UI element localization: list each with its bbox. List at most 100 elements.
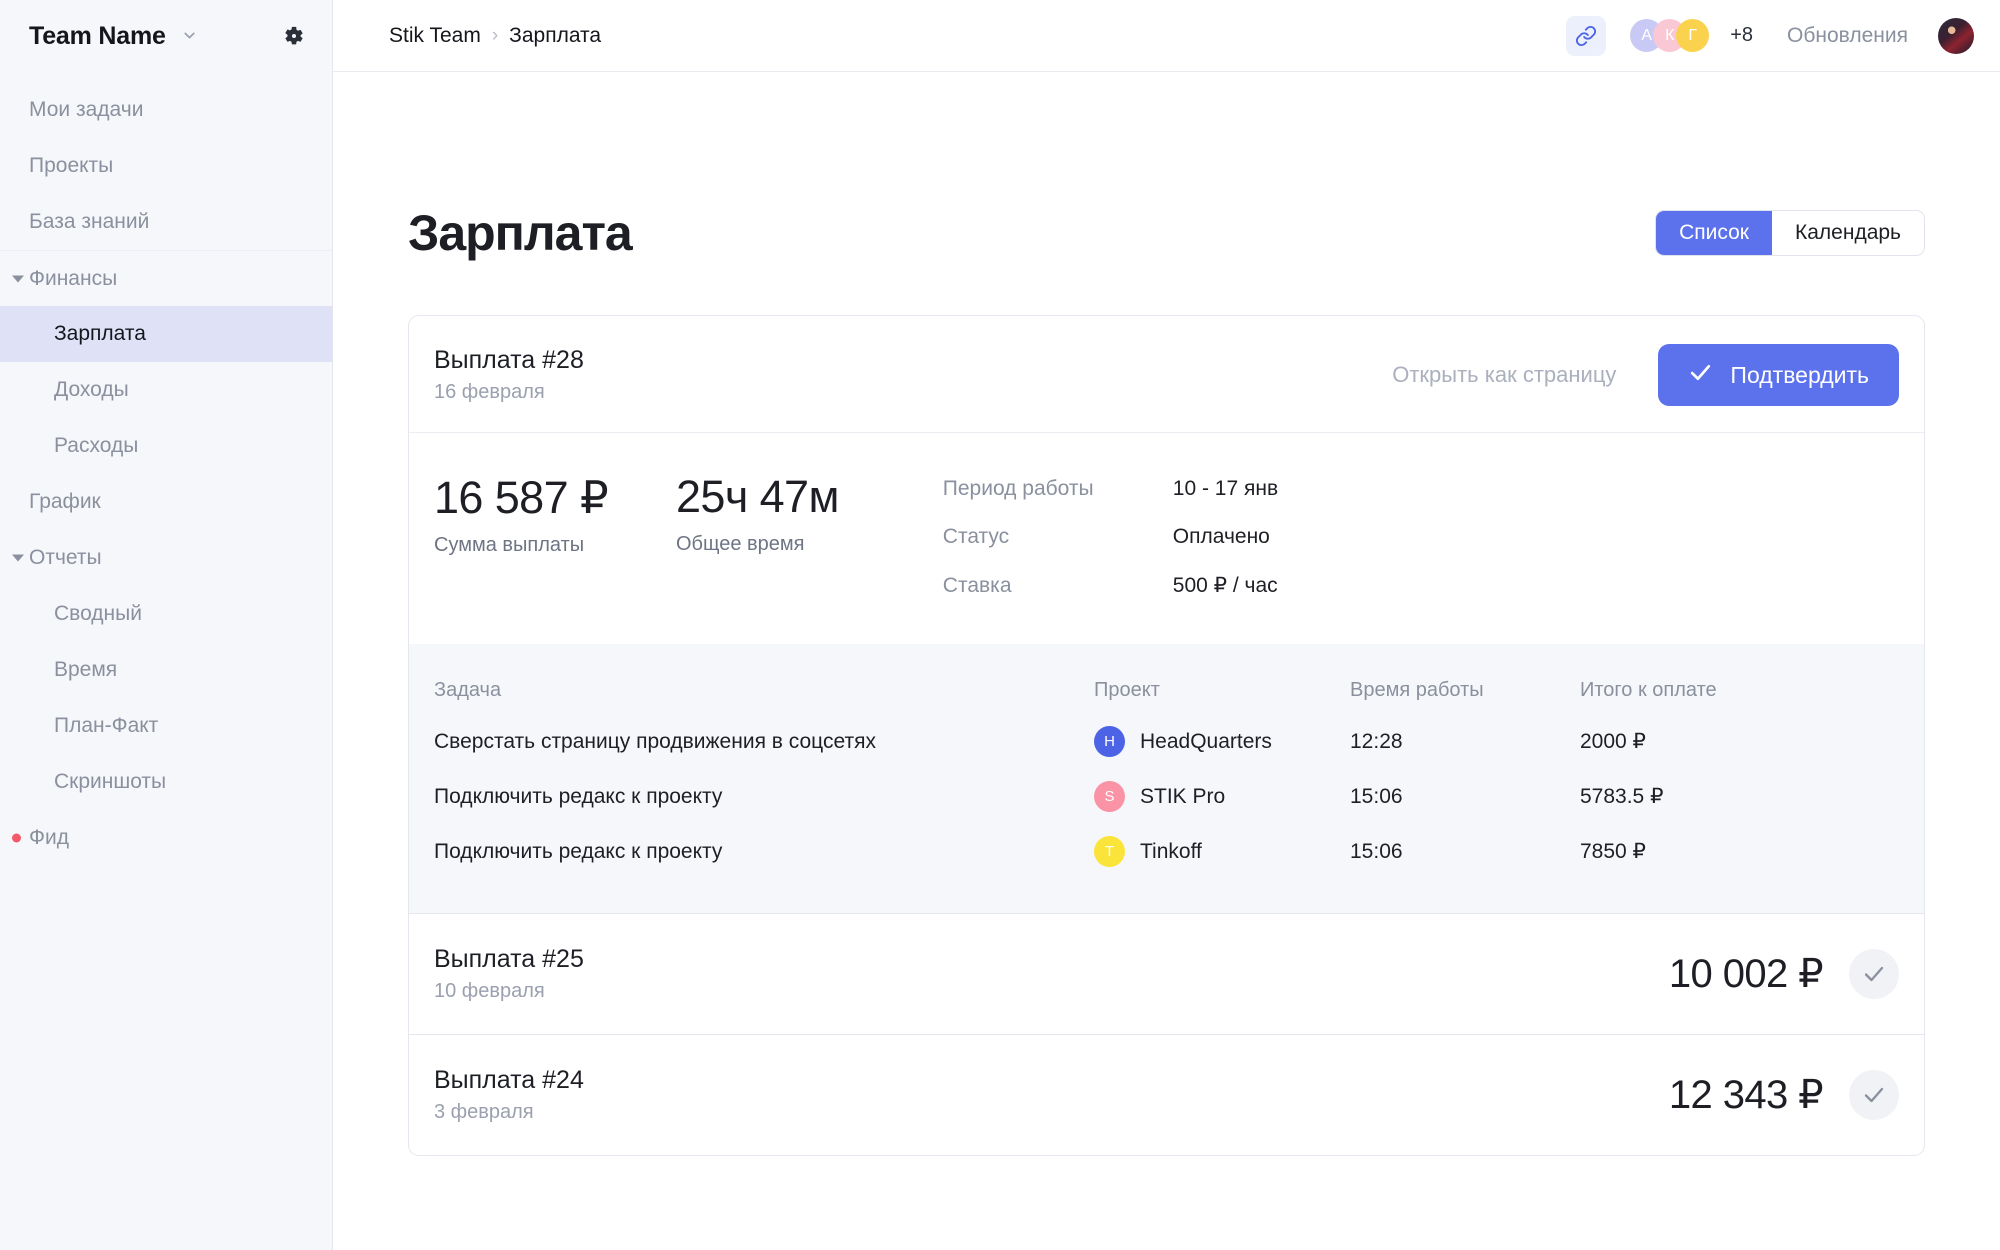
sidebar-item-label: Расходы: [54, 434, 139, 457]
confirm-button-label: Подтвердить: [1730, 361, 1869, 388]
breadcrumb-separator-icon: ›: [491, 24, 499, 46]
sidebar-item-0[interactable]: Мои задачи: [0, 82, 332, 138]
column-header-total: Итого к оплате: [1580, 678, 1717, 701]
chevron-down-icon: [181, 27, 198, 49]
check-icon: [1688, 360, 1713, 391]
cell-total: 2000 ₽: [1580, 730, 1646, 753]
page-header: Зарплата Список Календарь: [389, 72, 1944, 262]
cell-total: 7850 ₽: [1580, 840, 1646, 863]
open-as-page-link[interactable]: Открыть как страницу: [1392, 362, 1616, 388]
meta-value: 10 - 17 янв: [1172, 477, 1279, 500]
cell-task: Сверстать страницу продвижения в соцсетя…: [434, 729, 876, 753]
payment-card-header: Выплата #28 16 февраля Открыть как стран…: [409, 316, 1924, 432]
confirm-button[interactable]: Подтвердить: [1658, 344, 1899, 406]
sidebar-item-label: Фид: [29, 826, 69, 849]
stat-label: Общее время: [675, 533, 805, 555]
sidebar-item-label: Доходы: [54, 378, 129, 401]
main-area: Stik Team › Зарплата АКГ +8 Обновления З…: [333, 0, 2000, 1250]
meta-row: Период работы 10 - 17 янв: [943, 477, 1278, 501]
sidebar-item-label: План-Факт: [54, 714, 159, 737]
past-payment-amount: 10 002 ₽: [1668, 952, 1824, 996]
sidebar-item-11[interactable]: План-Факт: [0, 698, 332, 754]
sidebar-item-12[interactable]: Скриншоты: [0, 754, 332, 810]
meta-key: Ставка: [942, 573, 1012, 597]
check-icon[interactable]: [1849, 949, 1899, 999]
page-title: Зарплата: [408, 205, 633, 261]
cell-task: Подключить редакс к проекту: [434, 784, 723, 808]
meta-key: Период работы: [942, 477, 1094, 500]
meta-row: Ставка 500 ₽ / час: [943, 573, 1278, 598]
view-switcher: Список Календарь: [1655, 210, 1925, 256]
breadcrumb: Stik Team › Зарплата: [389, 24, 601, 48]
meta-key: Статус: [942, 525, 1010, 548]
sidebar-item-3[interactable]: Финансы: [0, 250, 332, 306]
sidebar-item-13[interactable]: Фид: [0, 810, 332, 866]
column-header-task: Задача: [434, 678, 502, 701]
team-name: Team Name: [29, 21, 166, 50]
gear-icon[interactable]: [282, 24, 306, 48]
page-content: Зарплата Список Календарь Выплата #28 16 …: [333, 72, 2000, 1250]
stat-block-1: 25ч 47м Общее время: [676, 471, 839, 557]
view-tab-0[interactable]: Список: [1656, 211, 1772, 255]
past-payment-title: Выплата #24: [434, 1066, 584, 1094]
sidebar-item-label: Финансы: [29, 266, 118, 290]
link-icon[interactable]: [1566, 15, 1607, 56]
payment-date: 16 февраля: [434, 381, 545, 403]
sidebar-item-5[interactable]: Доходы: [0, 362, 332, 418]
app-root: Team Name Мои задачи Проекты База знаний Фи…: [0, 0, 2000, 1250]
payment-meta: Период работы 10 - 17 янв Статус Оплачено Ст…: [943, 471, 1278, 598]
avatar-overflow-count: +8: [1730, 24, 1754, 46]
sidebar-item-7[interactable]: График: [0, 474, 332, 530]
payment-stats: 16 587 ₽ Сумма выплаты 25ч 47м Общее время: [434, 471, 907, 557]
avatar-group[interactable]: АКГ: [1630, 19, 1710, 52]
payment-title-block: Выплата #28 16 февраля: [434, 346, 584, 404]
table-row[interactable]: Сверстать страницу продвижения в соцсетя…: [434, 714, 1899, 769]
cell-time: 15:06: [1350, 784, 1403, 808]
sidebar-nav: Мои задачи Проекты База знаний Финансы Зарпл…: [0, 72, 332, 866]
cell-total: 5783.5 ₽: [1580, 785, 1664, 808]
sidebar-item-label: Сводный: [54, 602, 142, 625]
team-switcher[interactable]: Team Name: [29, 22, 198, 51]
tasks-table-body: Сверстать страницу продвижения в соцсетя…: [434, 714, 1899, 879]
tasks-table: Задача Проект Время работы Итого к оплат…: [409, 644, 1924, 913]
meta-row: Статус Оплачено: [943, 525, 1278, 549]
caret-down-icon[interactable]: [12, 554, 24, 562]
sidebar-item-10[interactable]: Время: [0, 642, 332, 698]
sidebar-item-1[interactable]: Проекты: [0, 138, 332, 194]
past-payment-row[interactable]: Выплата #25 10 февраля 10 002 ₽: [409, 913, 1924, 1034]
sidebar-header: Team Name: [0, 0, 332, 72]
past-payment-title: Выплата #25: [434, 945, 584, 973]
user-avatar[interactable]: [1938, 17, 1974, 54]
project-name: Tinkoff: [1140, 839, 1202, 863]
table-row[interactable]: Подключить редакс к проекту S STIK Pro 15:0…: [434, 769, 1899, 824]
updates-link[interactable]: Обновления: [1787, 24, 1908, 48]
sidebar-item-label: Проекты: [29, 154, 114, 177]
past-payment-title-block: Выплата #24 3 февраля: [434, 1066, 584, 1124]
breadcrumb-root[interactable]: Stik Team: [389, 24, 481, 48]
stat-block-0: 16 587 ₽ Сумма выплаты: [434, 471, 609, 557]
sidebar-item-label: Зарплата: [54, 322, 146, 345]
avatar[interactable]: Г: [1676, 19, 1710, 52]
cell-project: T Tinkoff: [1094, 836, 1350, 867]
meta-value: Оплачено: [1172, 525, 1270, 548]
sidebar-item-6[interactable]: Расходы: [0, 418, 332, 474]
sidebar-item-4[interactable]: Зарплата: [0, 306, 332, 362]
past-payment-amount: 12 343 ₽: [1668, 1073, 1824, 1117]
past-payment-row[interactable]: Выплата #24 3 февраля 12 343 ₽: [409, 1034, 1924, 1155]
cell-task: Подключить редакс к проекту: [434, 839, 723, 863]
sidebar-item-8[interactable]: Отчеты: [0, 530, 332, 586]
table-row[interactable]: Подключить редакс к проекту T Tinkoff 15:06…: [434, 824, 1899, 879]
past-payment-date: 10 февраля: [434, 980, 545, 1002]
cell-project: H HeadQuarters: [1094, 726, 1350, 757]
caret-down-icon[interactable]: [12, 275, 24, 282]
cell-time: 12:28: [1350, 729, 1403, 753]
meta-value: 500 ₽ / час: [1172, 574, 1278, 597]
sidebar-item-2[interactable]: База знаний: [0, 194, 332, 250]
view-tab-1[interactable]: Календарь: [1772, 211, 1924, 255]
project-name: HeadQuarters: [1140, 729, 1272, 753]
sidebar-item-9[interactable]: Сводный: [0, 586, 332, 642]
stat-value: 16 587 ₽: [434, 472, 609, 523]
tasks-table-header: Задача Проект Время работы Итого к оплат…: [434, 666, 1899, 714]
breadcrumb-current: Зарплата: [509, 23, 602, 47]
check-icon[interactable]: [1849, 1070, 1899, 1120]
